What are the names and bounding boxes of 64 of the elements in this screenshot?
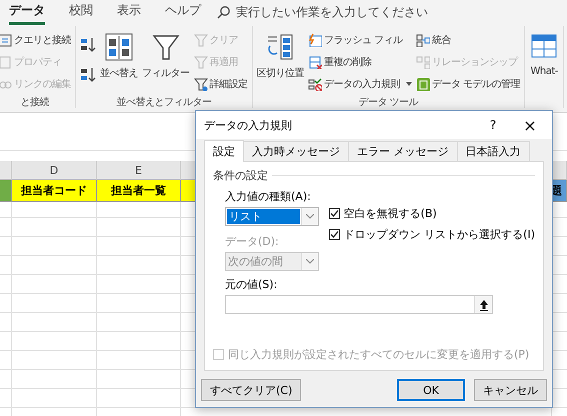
column-header[interactable]: E: [97, 161, 181, 180]
properties-icon: [0, 55, 12, 69]
advanced-filter-icon: [194, 77, 208, 91]
field-label: 元の値(S):: [225, 277, 278, 292]
relationships-icon: [416, 55, 430, 69]
dialog-title: データの入力規則: [204, 118, 293, 132]
query-icon: [0, 33, 12, 47]
flash-fill-icon: [308, 33, 322, 47]
sort-descending-icon[interactable]: [79, 66, 97, 84]
ribbon-button[interactable]: 統合: [415, 30, 522, 50]
ribbon-button[interactable]: フィルター: [141, 30, 190, 94]
data-model-icon: [416, 77, 430, 91]
check-icon: [330, 209, 339, 218]
dialog-button[interactable]: キャンセル: [474, 379, 547, 401]
check-icon: [330, 230, 339, 239]
reapply-icon: [194, 55, 208, 69]
caret-icon: [306, 259, 314, 264]
menu-tab[interactable]: ヘルプ: [165, 0, 201, 25]
ribbon-button[interactable]: データ モデルの管理: [415, 74, 522, 94]
ribbon-button[interactable]: 重複の削除: [307, 52, 413, 72]
menu-tab[interactable]: 表示: [117, 0, 141, 25]
dropdown[interactable]: リスト: [225, 207, 319, 226]
dialog-button[interactable]: OK: [397, 379, 465, 401]
field-label: 入力値の種類(A):: [225, 189, 312, 204]
sort-icon: [104, 32, 134, 62]
ribbon-button[interactable]: 詳細設定: [192, 74, 248, 94]
ribbon-button[interactable]: 区切り位置: [256, 30, 305, 94]
help-button[interactable]: ?: [478, 118, 508, 132]
column-header[interactable]: D: [12, 161, 97, 180]
caret-icon: [406, 82, 412, 86]
field-label: データ(D):: [225, 234, 280, 249]
consolidate-icon: [416, 33, 430, 47]
checkbox[interactable]: ドロップダウン リストから選択する(I): [328, 227, 535, 242]
ribbon-button[interactable]: データの入力規則: [307, 74, 413, 94]
search-icon: [217, 5, 231, 19]
data-validation-icon: [308, 77, 322, 91]
table-cell[interactable]: 担当者コード: [12, 180, 97, 202]
ribbon-button[interactable]: What-: [528, 30, 560, 94]
clear-filter-icon: [194, 33, 208, 47]
search-field[interactable]: 実行したい作業を入力してください: [217, 4, 428, 20]
menu-tab[interactable]: 校閲: [69, 0, 93, 25]
group-label: データ ツール: [358, 96, 420, 108]
table-cell[interactable]: 担当者一覧: [97, 180, 181, 202]
table-cell[interactable]: [0, 180, 12, 202]
remove-duplicates-icon: [308, 55, 322, 69]
text-to-columns-icon: [265, 32, 296, 62]
input-field[interactable]: [225, 295, 493, 314]
checkbox[interactable]: 空白を無視する(B): [328, 206, 535, 221]
column-header[interactable]: [0, 161, 12, 180]
dialog-button[interactable]: すべてクリア(C): [201, 379, 302, 401]
sort-ascending-icon[interactable]: [79, 36, 97, 54]
dialog-tab[interactable]: 日本語入力: [456, 141, 530, 161]
ribbon-button[interactable]: フラッシュ フィル: [307, 30, 413, 50]
caret-icon: [306, 214, 314, 219]
group-label: と接続: [19, 96, 50, 108]
group-label: 並べ替えとフィルター: [115, 96, 212, 108]
ribbon-button[interactable]: 並べ替え: [99, 30, 139, 94]
menu-tab[interactable]: データ: [9, 0, 45, 25]
ribbon-button[interactable]: クエリと接続: [0, 30, 72, 50]
dialog-tab[interactable]: 設定: [204, 140, 244, 162]
arrow-up-icon: [478, 298, 488, 310]
close-button[interactable]: ×: [508, 116, 552, 134]
collapse-button[interactable]: [474, 296, 492, 313]
section-label: 条件の設定: [213, 168, 268, 183]
